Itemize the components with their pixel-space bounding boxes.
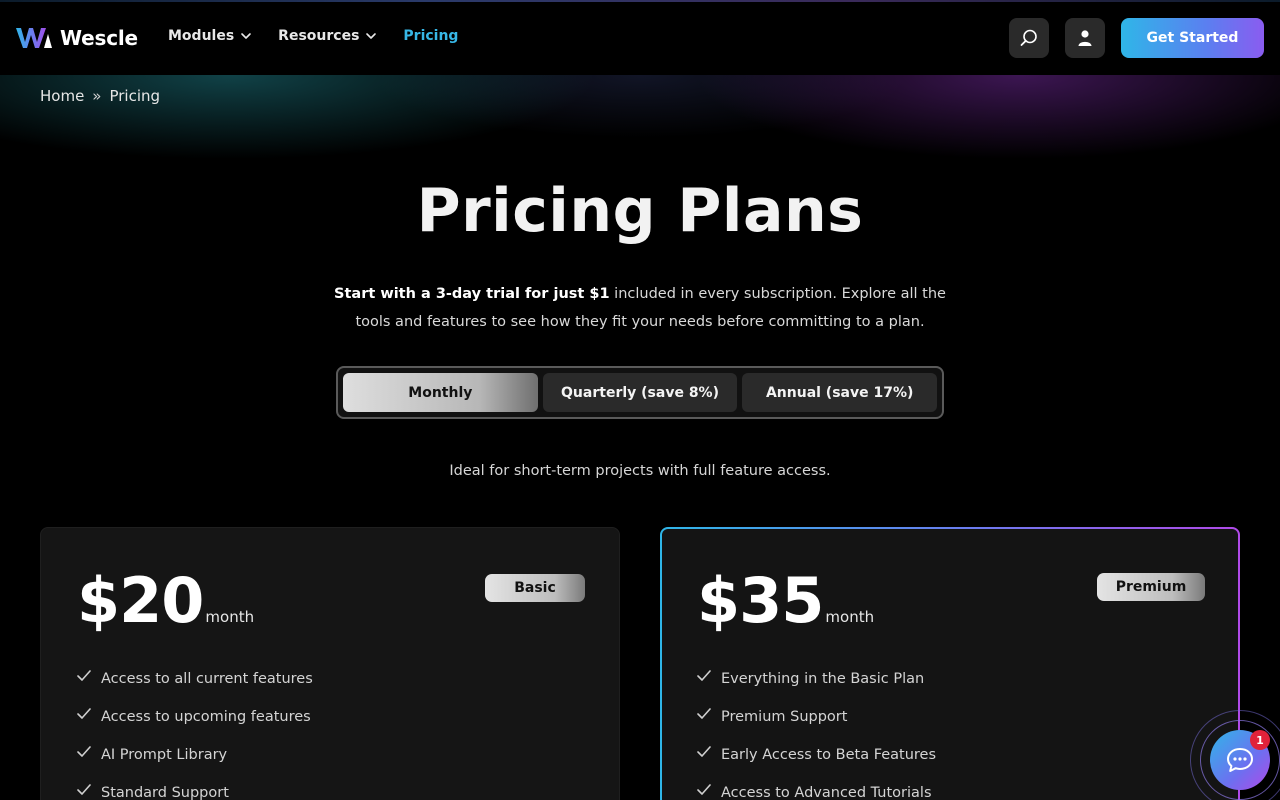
nav-item-label: Resources [278,28,360,44]
brand-name: Wescle [60,26,138,50]
billing-option-quarterly[interactable]: Quarterly (save 8%) [542,373,738,412]
chat-bubble-icon [1227,748,1253,772]
breadcrumb-separator: » [92,87,102,105]
site-header: Wescle Modules Resources Pricing Get Sta… [0,2,1280,75]
feature-list: Access to all current features Access to… [77,660,313,800]
breadcrumb-home[interactable]: Home [40,87,84,105]
feature-label: Standard Support [101,785,229,800]
plan-card-basic: $20 month Basic Access to all current fe… [40,527,620,800]
main-nav: Modules Resources Pricing [168,28,484,44]
check-icon [77,708,91,719]
nav-item-resources[interactable]: Resources [278,28,377,44]
billing-option-monthly[interactable]: Monthly [343,373,538,412]
feature-item: Access to all current features [77,660,313,698]
plan-description: Ideal for short-term projects with full … [449,463,831,479]
feature-label: Access to all current features [101,671,313,687]
check-icon [697,784,711,795]
get-started-button[interactable]: Get Started [1121,18,1264,58]
breadcrumb: Home » Pricing [40,87,160,105]
search-button[interactable] [1009,18,1049,58]
logo-mark-icon [16,28,52,48]
check-icon [77,670,91,681]
user-icon [1078,30,1092,46]
feature-item: Premium Support [697,698,936,736]
check-icon [77,746,91,757]
plan-badge: Basic [485,574,585,602]
feature-label: Access to Advanced Tutorials [721,785,932,800]
nav-item-modules[interactable]: Modules [168,28,252,44]
price-amount: $20 [77,564,204,637]
feature-item: Access to Advanced Tutorials [697,774,936,800]
plan-card-premium: $35 month Premium Everything in the Basi… [660,527,1240,800]
nav-item-label: Pricing [403,28,459,44]
billing-option-annual[interactable]: Annual (save 17%) [742,373,938,412]
breadcrumb-current: Pricing [109,87,161,105]
check-icon [697,708,711,719]
feature-item: Early Access to Beta Features [697,736,936,774]
plan-price: $20 month [77,564,254,637]
account-button[interactable] [1065,18,1105,58]
feature-label: Access to upcoming features [101,709,311,725]
chevron-down-icon [366,33,377,39]
subtitle-highlight: Start with a 3-day trial for just $1 [334,286,610,302]
billing-period-toggle: Monthly Quarterly (save 8%) Annual (save… [336,366,944,419]
check-icon [77,784,91,795]
feature-item: AI Prompt Library [77,736,313,774]
feature-label: AI Prompt Library [101,747,228,763]
nav-item-label: Modules [168,28,235,44]
chevron-down-icon [241,33,251,39]
check-icon [697,746,711,757]
check-icon [697,670,711,681]
brand-logo[interactable]: Wescle [16,26,138,50]
plan-badge: Premium [1097,573,1205,601]
feature-item: Everything in the Basic Plan [697,660,936,698]
feature-label: Early Access to Beta Features [721,747,937,763]
feature-label: Premium Support [721,709,848,725]
page-subtitle: Start with a 3-day trial for just $1 inc… [330,280,950,336]
feature-item: Access to upcoming features [77,698,313,736]
search-icon [1020,29,1037,46]
page-title: Pricing Plans [416,176,864,246]
feature-list: Everything in the Basic Plan Premium Sup… [697,660,936,800]
feature-label: Everything in the Basic Plan [721,671,925,687]
price-unit: month [205,608,255,626]
plan-price: $35 month [697,564,874,637]
price-amount: $35 [697,564,824,637]
price-unit: month [825,608,875,626]
feature-item: Standard Support [77,774,313,800]
chat-notification-badge: 1 [1250,730,1270,750]
nav-item-pricing[interactable]: Pricing [403,28,458,44]
